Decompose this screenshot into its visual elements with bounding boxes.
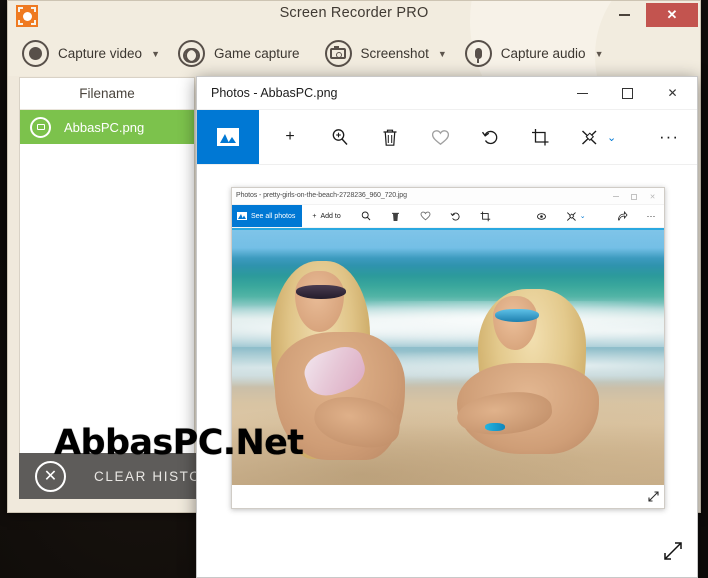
resize-diagonal-icon[interactable] <box>663 541 683 567</box>
game-capture-label: Game capture <box>213 46 300 61</box>
delete-button[interactable] <box>365 110 415 164</box>
inner-see-all-photos-button: See all photos <box>232 205 303 227</box>
file-list-panel: Filename AbbasPC.png <box>19 77 195 467</box>
minimize-button[interactable] <box>604 1 644 28</box>
capture-video-chevron-down-icon[interactable]: ▼ <box>151 49 160 59</box>
inner-window-title: Photos - pretty-girls-on-the-beach-27282… <box>236 191 407 199</box>
game-capture-button[interactable]: Game capture <box>177 31 325 76</box>
inner-see-all-photos-label: See all photos <box>251 212 296 220</box>
maximize-icon <box>630 193 637 200</box>
zoom-in-button[interactable] <box>315 110 365 164</box>
recorder-titlebar: Screen Recorder PRO ✕ <box>8 1 700 30</box>
maximize-icon <box>622 87 633 99</box>
inner-minimize-button <box>611 192 620 201</box>
inner-red-eye-button <box>527 205 557 227</box>
recorder-header: Screen Recorder PRO ✕ Capture video ▼ Ga… <box>8 1 700 76</box>
photos-toolbar: + ⌄ ··· <box>197 110 697 165</box>
close-button[interactable]: ✕ <box>646 3 698 27</box>
trash-icon <box>392 212 400 221</box>
capture-video-label: Capture video <box>58 46 143 61</box>
microphone-icon <box>464 40 492 67</box>
inner-share-button <box>608 205 638 227</box>
screenshot-button[interactable]: Screenshot ▼ <box>324 31 465 76</box>
red-eye-icon <box>537 212 547 220</box>
trash-icon <box>383 129 397 146</box>
list-item[interactable]: AbbasPC.png <box>20 110 194 144</box>
crop-icon <box>531 128 548 145</box>
rotate-button[interactable] <box>465 110 515 164</box>
rotate-icon <box>481 130 497 144</box>
screen: Screen Recorder PRO ✕ Capture video ▼ Ga… <box>0 0 708 578</box>
see-all-photos-button[interactable] <box>197 110 259 164</box>
zoom-in-icon <box>332 129 348 145</box>
photos-maximize-button[interactable] <box>605 77 650 109</box>
inner-crop-button <box>471 205 501 227</box>
capture-video-button[interactable]: Capture video ▼ <box>22 31 178 76</box>
right-person-sunglasses <box>494 309 539 322</box>
photos-window-title: Photos - AbbasPC.png <box>211 86 338 100</box>
screenshot-label: Screenshot <box>360 46 429 61</box>
filename-column-header: Filename <box>20 78 194 110</box>
heart-icon <box>431 129 449 145</box>
picture-icon <box>217 128 239 146</box>
zoom-in-icon <box>361 211 371 221</box>
inner-titlebar: Photos - pretty-girls-on-the-beach-27282… <box>232 188 664 205</box>
inner-maximize-button <box>629 192 638 201</box>
share-icon <box>618 210 628 220</box>
add-to-button[interactable]: + <box>265 110 315 164</box>
crop-button[interactable] <box>515 110 565 164</box>
camera-icon <box>324 40 352 67</box>
recorder-toolbar: Capture video ▼ Game capture Screenshot … <box>8 31 700 76</box>
inner-close-button: ✕ <box>649 193 656 201</box>
capture-audio-button[interactable]: Capture audio ▼ <box>464 31 622 76</box>
plus-icon: + <box>312 212 317 220</box>
inner-enhance-chevron-down-icon: ⌄ <box>579 213 586 220</box>
window-title: Screen Recorder PRO <box>279 5 429 21</box>
favorite-button[interactable] <box>415 110 465 164</box>
close-circle-icon[interactable]: ✕ <box>35 460 66 492</box>
gamepad-icon <box>177 40 205 67</box>
see-more-button[interactable]: ··· <box>641 110 697 164</box>
minimize-icon <box>577 92 588 94</box>
inner-rotate-button <box>441 205 471 227</box>
file-name-label: AbbasPC.png <box>64 119 145 135</box>
photos-close-button[interactable]: ✕ <box>650 77 695 109</box>
minimize-icon <box>612 196 619 197</box>
enhance-icon <box>567 211 577 221</box>
left-person-sunglasses <box>295 284 346 299</box>
capture-audio-label: Capture audio <box>500 46 586 61</box>
inner-favorite-button <box>411 205 441 227</box>
photos-minimize-button[interactable] <box>560 77 605 109</box>
enhance-icon <box>582 129 597 145</box>
rotate-icon <box>450 212 460 220</box>
watermark-text: AbbasPC.Net <box>54 423 304 463</box>
heart-icon <box>420 211 431 221</box>
photos-window: Photos - AbbasPC.png ✕ + ⌄ ··· Photos - … <box>196 76 698 578</box>
minimize-icon <box>618 13 630 16</box>
record-circle-icon <box>22 40 49 67</box>
inner-toolbar: See all photos + Add to ⌄ ··· <box>232 205 664 228</box>
crop-icon <box>480 211 491 221</box>
inner-add-to-button: + Add to <box>302 205 350 227</box>
photos-titlebar: Photos - AbbasPC.png ✕ <box>197 77 697 110</box>
screenshot-chevron-down-icon[interactable]: ▼ <box>438 49 447 59</box>
enhance-chevron-down-icon[interactable]: ⌄ <box>607 110 616 164</box>
inner-add-to-label: Add to <box>320 212 341 220</box>
inner-delete-button <box>381 205 411 227</box>
picture-icon <box>237 212 247 220</box>
camera-circle-icon <box>30 116 51 138</box>
capture-audio-chevron-down-icon[interactable]: ▼ <box>595 49 604 59</box>
inner-see-more-button: ··· <box>646 211 656 221</box>
inner-resize-diagonal-icon <box>648 491 659 505</box>
inner-zoom-button <box>351 205 381 227</box>
right-person-bracelet <box>484 422 505 432</box>
